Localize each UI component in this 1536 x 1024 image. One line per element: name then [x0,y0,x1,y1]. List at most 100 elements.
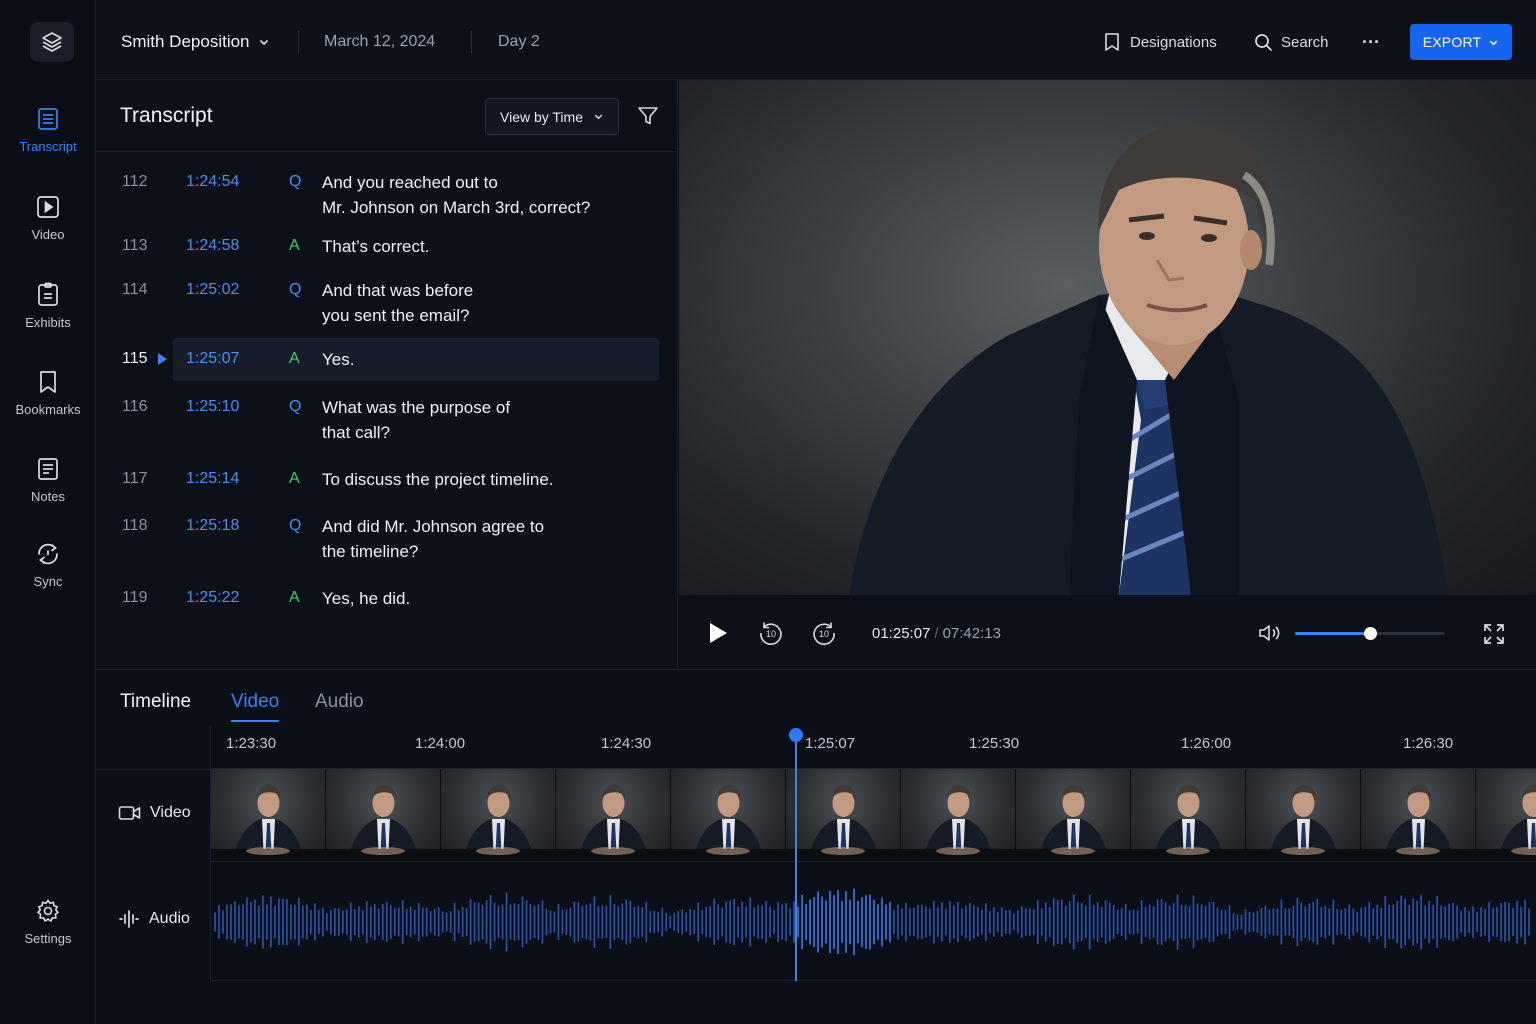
more-options-button[interactable]: ··· [1362,0,1380,84]
timestamp[interactable]: 1:25:10 [186,398,239,416]
sidebar-item-notes[interactable]: Notes [0,456,96,504]
video-thumbnail [556,769,671,861]
audio-track-label: Audio [118,909,190,929]
transcript-icon [38,108,58,130]
search-label: Search [1281,33,1329,51]
ruler-tick: 1:26:30 [1403,735,1454,752]
timestamp[interactable]: 1:25:18 [186,517,239,535]
sidebar-item-label: Settings [24,931,72,946]
audio-track-text: Audio [149,910,190,927]
video-thumbnail [1361,769,1476,861]
rewind-10-icon[interactable]: 10 [758,620,784,646]
ruler-tick: 1:26:00 [1181,735,1232,752]
video-track[interactable] [210,769,1536,861]
timestamp[interactable]: 1:24:54 [186,173,239,191]
speaker-tag: Q [289,398,302,415]
chevron-down-icon [1489,40,1498,45]
sidebar-item-sync[interactable]: Sync [0,541,96,589]
player-controls: 10 10 01:25:07/07:42:13 [679,595,1536,670]
timestamp[interactable]: 1:25:02 [186,281,239,299]
sidebar-item-label: Video [31,227,65,242]
case-name: Smith Deposition [121,32,250,51]
sidebar-item-bookmarks[interactable]: Bookmarks [0,369,96,417]
video-thumbnail [441,769,556,861]
line-number: 114 [122,281,148,298]
left-rail: Transcript Video Exhibits Bookmarks Note… [0,0,96,1024]
view-by-select[interactable]: View by Time [485,98,619,135]
video-thumbnail [671,769,786,861]
volume-slider[interactable] [1295,627,1445,640]
play-icon[interactable] [707,621,729,645]
current-time: 01:25:07 [872,625,931,642]
more-icon: ··· [1362,31,1380,52]
line-number: 119 [122,589,148,606]
sidebar-item-exhibits[interactable]: Exhibits [0,282,96,330]
exhibits-icon [38,282,58,306]
notes-icon [38,458,58,480]
filter-icon[interactable] [637,106,659,126]
ruler-tick: 1:24:00 [415,735,466,752]
video-thumbnail [786,769,901,861]
camera-icon [118,806,141,820]
playhead-handle[interactable] [789,728,803,742]
ruler-tick-current: 1:25:07 [805,735,856,752]
time-separator: / [934,625,939,642]
utterance-text: To discuss the project timeline. [322,470,554,489]
video-thumbnail [901,769,1016,861]
speaker-tag: A [289,589,300,606]
timestamp[interactable]: 1:25:07 [186,350,239,368]
line-number: 118 [122,517,148,534]
timestamp[interactable]: 1:24:58 [186,237,239,255]
time-ruler[interactable]: 1:23:30 1:24:00 1:24:30 1:25:07 1:25:30 … [210,727,1536,769]
timestamp[interactable]: 1:25:14 [186,470,239,488]
line-number: 112 [122,173,148,190]
export-button[interactable]: EXPORT [1410,24,1512,60]
transcript-title: Transcript [120,104,213,127]
video-player[interactable] [679,80,1536,595]
speaker-tag: Q [289,517,302,534]
speaker-tag: A [289,237,300,254]
audio-track[interactable] [210,861,1536,981]
utterance-text: Yes. [322,350,355,369]
video-thumbnail [1016,769,1131,861]
video-thumbnail [1131,769,1246,861]
sidebar-item-transcript[interactable]: Transcript [0,106,96,154]
fullscreen-icon[interactable] [1483,623,1505,645]
timestamp[interactable]: 1:25:22 [186,589,239,607]
sync-icon [38,543,58,565]
forward-10-icon[interactable]: 10 [811,620,837,646]
sidebar-item-settings[interactable]: Settings [0,898,96,946]
video-track-text: Video [150,804,191,821]
speaker-tag: Q [289,173,302,190]
tab-video[interactable]: Video [231,691,280,722]
line-number: 113 [122,237,148,254]
search-button[interactable]: Search [1254,0,1329,84]
case-selector[interactable]: Smith Deposition [121,0,270,84]
line-number: 117 [122,470,148,487]
volume-icon[interactable] [1258,623,1282,643]
deposition-day: Day 2 [498,33,540,50]
volume-slider-handle[interactable] [1364,627,1377,640]
video-thumbnail [1476,769,1536,861]
app-logo[interactable] [30,22,74,62]
sidebar-item-video[interactable]: Video [0,194,96,242]
deposition-date: March 12, 2024 [324,33,436,50]
export-label: EXPORT [1422,34,1482,50]
video-thumbnail [326,769,441,861]
utterance-text: And you reached out to Mr. Johnson on Mar… [322,173,591,217]
tab-audio[interactable]: Audio [315,691,364,713]
playhead[interactable] [795,737,797,981]
designations-button[interactable]: Designations [1103,0,1217,84]
transcript-panel: Transcript View by Time 112 1:24:54 Q An… [96,80,678,670]
line-number: 116 [122,398,148,415]
ruler-tick: 1:23:30 [226,735,277,752]
line-number: 115 [122,350,148,367]
video-track-label: Video [118,804,191,822]
timecode: 01:25:07/07:42:13 [872,625,1001,642]
top-bar: Smith Deposition March 12, 2024 Day 2 De… [96,0,1536,80]
search-icon [1255,33,1273,51]
speaker-tag: A [289,350,300,367]
video-thumbnail [1246,769,1361,861]
ruler-tick: 1:24:30 [601,735,652,752]
sidebar-item-label: Notes [31,489,65,504]
